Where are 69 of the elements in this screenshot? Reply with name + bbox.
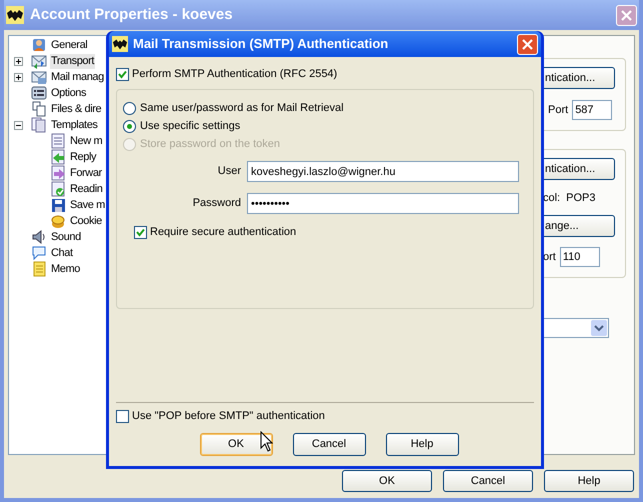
- password-field[interactable]: ••••••••••: [247, 193, 519, 214]
- mouse-cursor-icon: [260, 431, 273, 452]
- chevron-down-icon: [591, 320, 607, 336]
- cut-off-button[interactable]: ntication...: [543, 158, 615, 180]
- protocol-label: col:: [543, 190, 560, 206]
- expander-toggle[interactable]: [14, 120, 22, 130]
- dialog-title: Mail Transmission (SMTP) Authentication: [133, 35, 388, 54]
- person-icon: [31, 37, 47, 53]
- window-title: Account Properties - koeves: [30, 4, 233, 25]
- check-page-icon: [50, 181, 66, 197]
- radio-button[interactable]: [123, 102, 136, 114]
- checkbox-label: Use "POP before SMTP" authentication: [132, 408, 325, 424]
- note-icon: [31, 261, 47, 277]
- cut-off-button[interactable]: ntication...: [543, 67, 615, 89]
- bat-logo-icon: [112, 36, 128, 52]
- dialog-button[interactable]: Help: [386, 433, 458, 456]
- dialog-button[interactable]: Cancel: [443, 470, 533, 492]
- radio-label: Same user/password as for Mail Retrieval: [140, 100, 344, 116]
- coins-icon: [50, 213, 66, 229]
- page-icon: [50, 133, 66, 149]
- checkbox[interactable]: [116, 410, 129, 422]
- tree-item[interactable]: Templates: [50, 118, 99, 132]
- expander-toggle[interactable]: [14, 56, 22, 66]
- radio-label: Store password on the token: [140, 136, 280, 152]
- close-button[interactable]: [517, 34, 538, 54]
- tree-item[interactable]: Chat: [50, 246, 74, 260]
- tree-item[interactable]: Memo: [50, 262, 81, 276]
- checkbox-label: Require secure authentication: [150, 225, 296, 240]
- checkbox[interactable]: [116, 68, 129, 80]
- dropdown[interactable]: [543, 318, 609, 338]
- tree-item[interactable]: Forwar: [69, 166, 103, 180]
- tree-item[interactable]: Files & dire: [50, 102, 102, 116]
- tree-item[interactable]: Mail manag: [50, 70, 105, 84]
- tree-item[interactable]: Reply: [69, 150, 98, 164]
- port-label: Port: [548, 102, 568, 118]
- radio-button[interactable]: [123, 120, 136, 132]
- tree-item[interactable]: Options: [50, 86, 88, 100]
- field-label: User: [216, 164, 241, 180]
- checkbox-label: Perform SMTP Authentication (RFC 2554): [132, 66, 338, 82]
- protocol-value: POP3: [566, 190, 596, 206]
- tree-item[interactable]: Transport: [50, 54, 96, 68]
- radio-label: Use specific settings: [140, 118, 240, 134]
- tree-item[interactable]: New m: [69, 134, 104, 148]
- close-icon: [621, 10, 632, 20]
- speaker-icon: [31, 229, 47, 245]
- close-icon: [522, 38, 533, 50]
- envelope-icon: [31, 69, 47, 85]
- tree-item[interactable]: General: [50, 38, 88, 52]
- tree-item[interactable]: Save m: [69, 198, 106, 212]
- checkbox[interactable]: [134, 226, 147, 239]
- bat-logo-icon: [6, 6, 24, 24]
- dialog-button[interactable]: Help: [544, 470, 634, 492]
- dialog-button[interactable]: OK: [342, 470, 432, 492]
- list-icon: [31, 85, 47, 101]
- speech-bubble-icon: [31, 245, 47, 261]
- tree-item[interactable]: Readin: [69, 182, 104, 196]
- dialog-button[interactable]: OK: [200, 433, 272, 456]
- envelope-icon: [31, 53, 47, 69]
- port-field[interactable]: 110: [560, 247, 600, 267]
- dialog-button[interactable]: Cancel: [292, 433, 366, 456]
- field-label: Password: [192, 196, 241, 212]
- port-field[interactable]: 587: [572, 100, 612, 120]
- user-field[interactable]: koveshegyi.laszlo@wigner.hu: [247, 161, 519, 182]
- tree-item[interactable]: Sound: [50, 230, 82, 244]
- files-icon: [31, 101, 47, 117]
- pages-icon: [31, 117, 47, 133]
- cut-off-button[interactable]: ange...: [543, 215, 615, 237]
- expander-toggle[interactable]: [14, 72, 22, 82]
- tree-item[interactable]: Cookie: [69, 214, 103, 228]
